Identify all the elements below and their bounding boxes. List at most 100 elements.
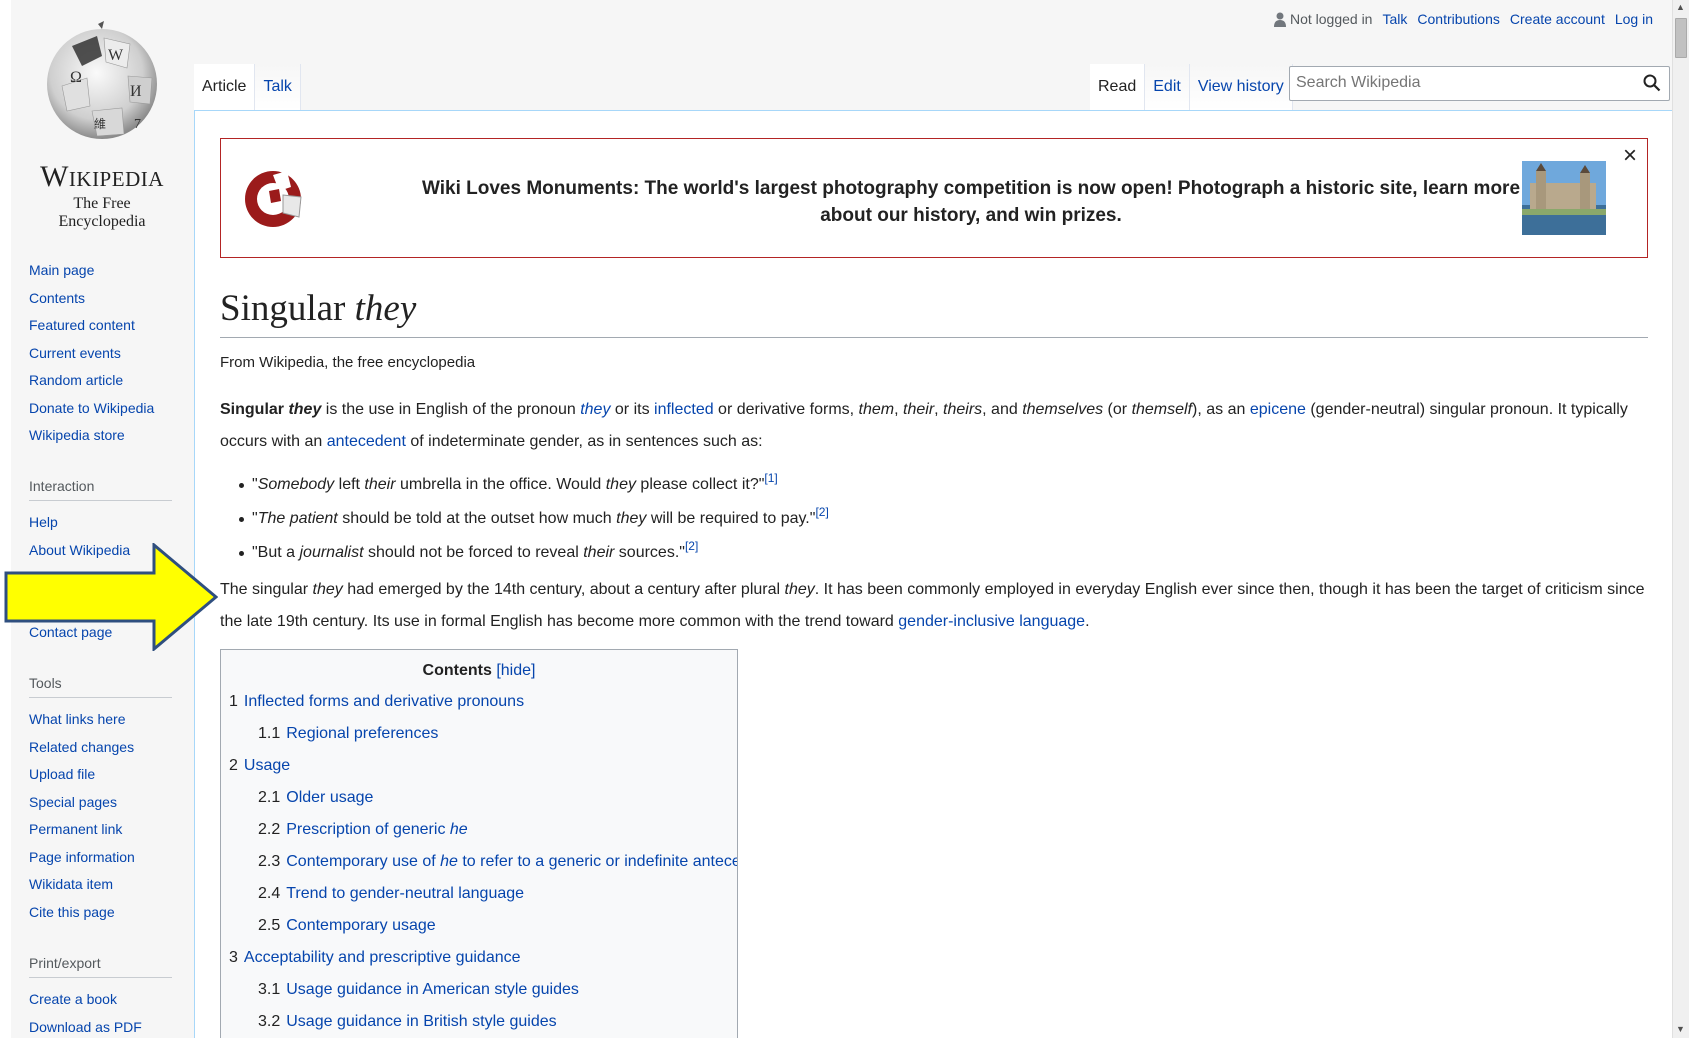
link-they[interactable]: they (580, 401, 610, 418)
toc-item[interactable]: 3.2 Usage guidance in British style guide… (229, 1006, 729, 1038)
contributions-link[interactable]: Contributions (1417, 11, 1500, 27)
sidebar-item: Contents (29, 285, 173, 313)
sidebar-link-page-information[interactable]: Page information (29, 849, 135, 865)
tab-article[interactable]: Article (194, 64, 256, 110)
tab-view-history[interactable]: View history (1189, 64, 1293, 110)
toc-item[interactable]: 3 Acceptability and prescriptive guidance (229, 942, 729, 974)
intro-paragraph: Singular they is the use in English of t… (220, 394, 1660, 458)
sidebar-item: Random article (29, 367, 173, 395)
toc-number: 2.4 (258, 885, 281, 902)
link-inflected[interactable]: inflected (654, 401, 714, 418)
toc-link[interactable]: Older usage (286, 789, 373, 806)
sidebar-link-cite-this-page[interactable]: Cite this page (29, 904, 115, 920)
para-text: had emerged by the 14th century, about a… (342, 581, 785, 598)
banner-message[interactable]: Wiki Loves Monuments: The world's larges… (421, 175, 1521, 229)
sidebar-link-help[interactable]: Help (29, 514, 58, 530)
toc-link[interactable]: Inflected forms and derivative pronouns (244, 693, 524, 710)
sidebar-link-download-as-pdf[interactable]: Download as PDF (29, 1019, 142, 1035)
example-italic: they (605, 476, 636, 493)
toc-item[interactable]: 1 Inflected forms and derivative pronouns (229, 686, 729, 718)
toc-link[interactable]: Usage guidance in American style guides (286, 981, 579, 998)
tab-talk[interactable]: Talk (255, 64, 301, 110)
tab-read[interactable]: Read (1090, 64, 1146, 110)
toc-number: 2 (229, 757, 238, 774)
sidebar-link-permanent-link[interactable]: Permanent link (29, 821, 122, 837)
example-item: "But a journalist should not be forced t… (239, 536, 1648, 570)
wikipedia-page: Ω W И 維 7 Wikipedia The Free Encyclopedi… (0, 0, 1689, 1038)
page-title: Singular they (220, 285, 1648, 338)
link-antecedent[interactable]: antecedent (327, 433, 406, 450)
reference-link[interactable]: [2] (685, 539, 698, 553)
toc-link[interactable]: Usage guidance in British style guides (286, 1013, 556, 1030)
toc-item[interactable]: 2 Usage (229, 750, 729, 782)
toc-link[interactable]: Prescription of generic he (286, 821, 467, 838)
sidebar-link-random-article[interactable]: Random article (29, 372, 123, 388)
tab-edit[interactable]: Edit (1145, 64, 1190, 110)
search-input[interactable] (1290, 67, 1630, 99)
sidebar-link-special-pages[interactable]: Special pages (29, 794, 117, 810)
toc-link[interactable]: Regional preferences (286, 725, 438, 742)
toc-item[interactable]: 2.5 Contemporary usage (229, 910, 729, 942)
sidebar-item: Main page (29, 257, 173, 285)
sidebar-link-donate-to-wikipedia[interactable]: Donate to Wikipedia (29, 400, 154, 416)
wiki-loves-monuments-logo-icon[interactable] (243, 161, 307, 233)
namespace-tabs: Article Talk (194, 64, 301, 110)
example-text: umbrella in the office. Would (395, 476, 606, 493)
wikipedia-logo[interactable]: Ω W И 維 7 Wikipedia The Free Encyclopedi… (32, 12, 172, 230)
log-in-link[interactable]: Log in (1615, 11, 1653, 27)
scroll-thumb[interactable] (1675, 18, 1687, 58)
toc-link[interactable]: Trend to gender-neutral language (286, 885, 524, 902)
link-gender-inclusive-language[interactable]: gender-inclusive language (898, 613, 1085, 630)
sidebar-link-contents[interactable]: Contents (29, 290, 85, 306)
toc-item[interactable]: 1.1 Regional preferences (229, 718, 729, 750)
toc-item[interactable]: 2.4 Trend to gender-neutral language (229, 878, 729, 910)
italic-their: their (903, 401, 935, 418)
toc-item[interactable]: 3.1 Usage guidance in American style guid… (229, 974, 729, 1006)
title-plain: Singular (220, 288, 355, 329)
toc-item[interactable]: 2.2 Prescription of generic he (229, 814, 729, 846)
sidebar-link-create-a-book[interactable]: Create a book (29, 991, 117, 1007)
close-icon[interactable]: × (1619, 144, 1641, 168)
sidebar-item: Cite this page (29, 899, 173, 927)
italic-theirs: theirs (943, 401, 983, 418)
example-italic: they (616, 510, 647, 527)
sidebar-link-current-events[interactable]: Current events (29, 345, 121, 361)
toc-link[interactable]: Contemporary usage (286, 917, 435, 934)
toc-number: 3 (229, 949, 238, 966)
sidebar-print: Print/export Create a book Download as PD… (29, 955, 173, 1038)
sidebar-link-featured-content[interactable]: Featured content (29, 317, 135, 333)
scroll-down-arrow-icon[interactable]: ▼ (1676, 1024, 1685, 1034)
personal-talk-link[interactable]: Talk (1382, 11, 1407, 27)
create-account-link[interactable]: Create account (1510, 11, 1605, 27)
sidebar-tools: Tools What links here Related changes Uplo… (29, 675, 173, 926)
search-icon[interactable] (1643, 74, 1661, 92)
reference-link[interactable]: [2] (815, 505, 828, 519)
toc-item[interactable]: 2.3 Contemporary use of he to refer to a … (229, 846, 737, 878)
toc-link[interactable]: Acceptability and prescriptive guidance (244, 949, 521, 966)
toc-link[interactable]: Contemporary use of he to refer to a gen… (286, 853, 737, 870)
sidebar-item: Special pages (29, 789, 173, 817)
toc-link-text: Trend to gender-neutral language (286, 885, 525, 902)
vertical-scrollbar[interactable]: ▲ ▼ (1672, 0, 1689, 1038)
sidebar-link-related-changes[interactable]: Related changes (29, 739, 134, 755)
table-of-contents: Contents [hide] 1 Inflected forms and der… (220, 649, 738, 1038)
example-italic: journalist (299, 544, 364, 561)
toc-item[interactable]: 2.1 Older usage (229, 782, 729, 814)
sidebar-link-what-links-here[interactable]: What links here (29, 711, 125, 727)
sidebar-link-upload-file[interactable]: Upload file (29, 766, 95, 782)
castle-photo[interactable] (1522, 161, 1606, 235)
sidebar-link-wikipedia-store[interactable]: Wikipedia store (29, 427, 125, 443)
not-logged-in-status: Not logged in (1273, 11, 1372, 27)
toc-number: 2.5 (258, 917, 281, 934)
sidebar-link-wikidata-item[interactable]: Wikidata item (29, 876, 113, 892)
scroll-up-arrow-icon[interactable]: ▲ (1676, 2, 1685, 12)
toc-hide-toggle[interactable]: [hide] (496, 662, 535, 679)
example-item: "Somebody left their umbrella in the off… (239, 468, 1648, 502)
toc-link[interactable]: Usage (244, 757, 290, 774)
example-italic: their (583, 544, 615, 561)
sidebar-link-main-page[interactable]: Main page (29, 262, 94, 278)
link-epicene[interactable]: epicene (1250, 401, 1306, 418)
search-box (1289, 66, 1670, 101)
reference-link[interactable]: [1] (764, 471, 777, 485)
toc-link-text: Prescription of generic (286, 821, 450, 838)
